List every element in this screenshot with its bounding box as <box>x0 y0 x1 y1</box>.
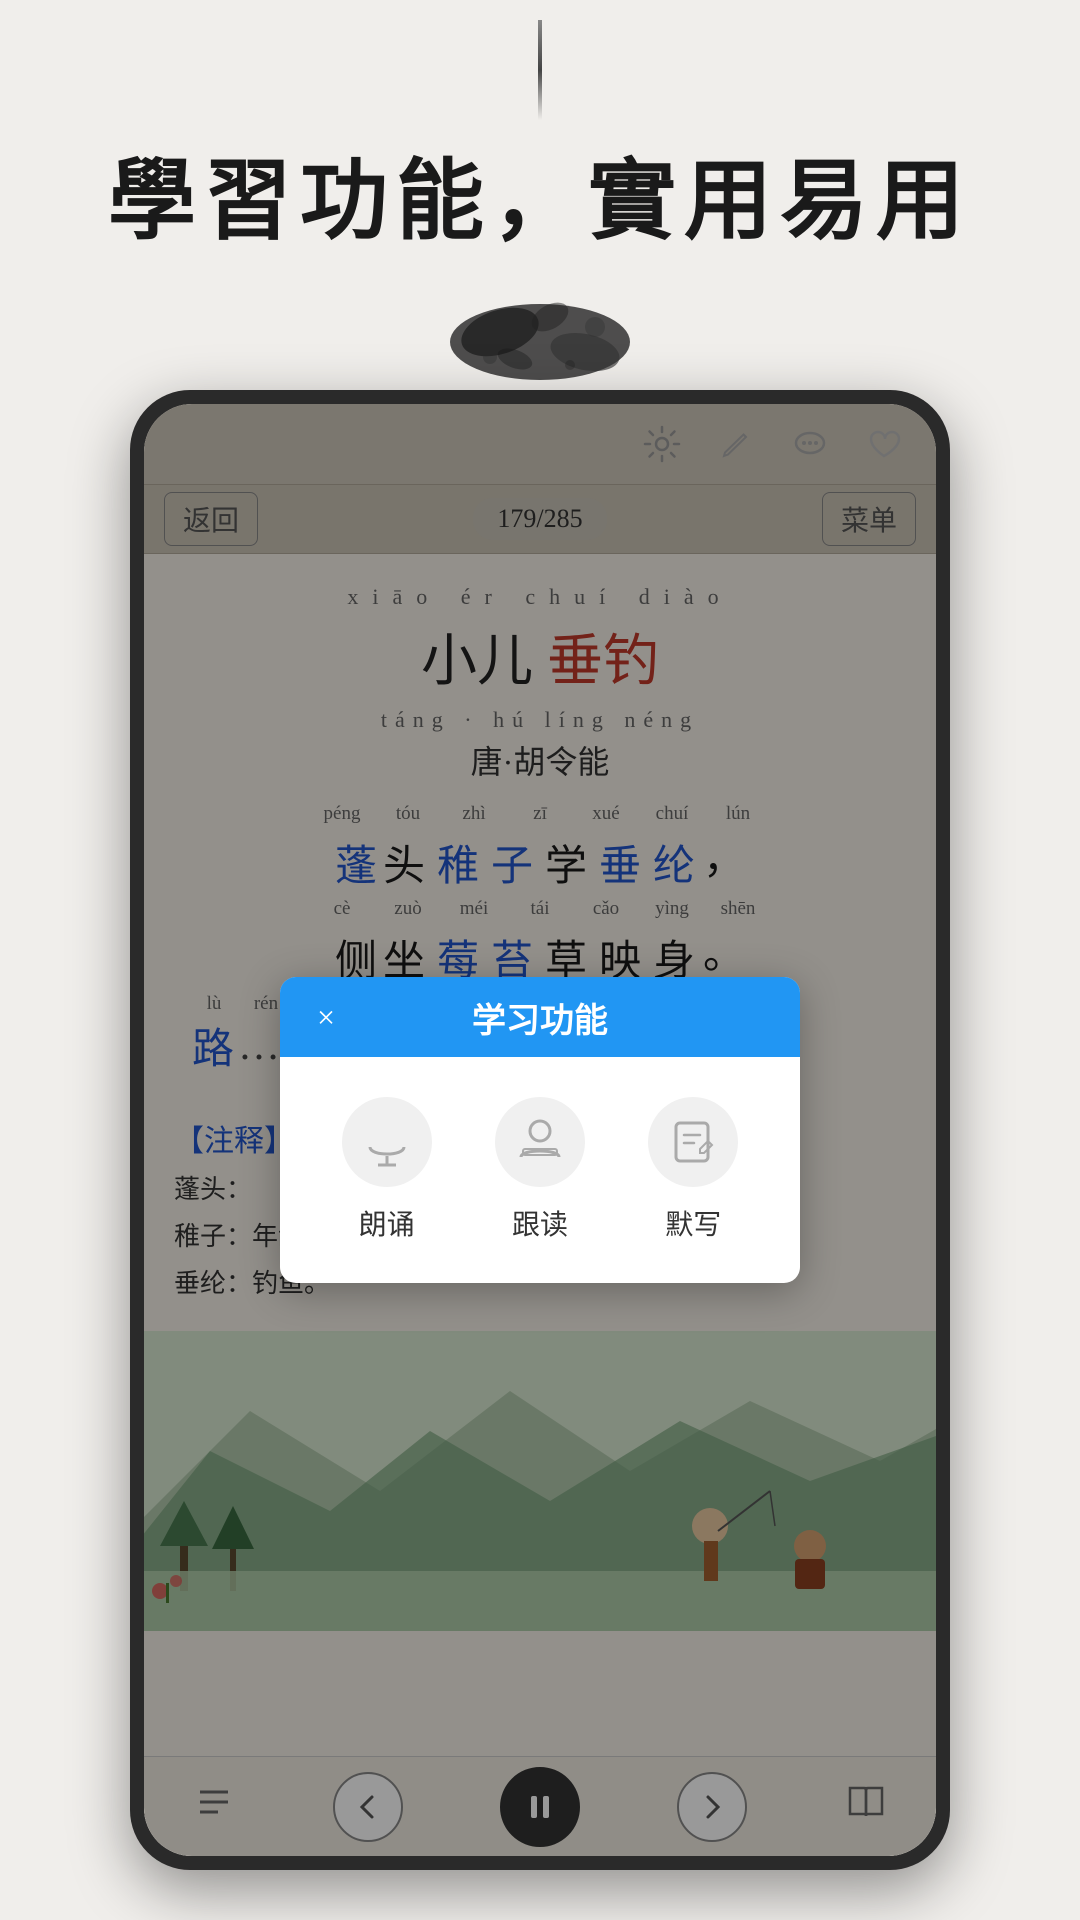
recite-icon <box>342 1097 432 1187</box>
ink-blob-decoration <box>420 277 660 397</box>
top-decorative-area: 學習功能，實用易用 <box>0 0 1080 400</box>
modal-item-follow[interactable]: 跟读 <box>495 1097 585 1243</box>
follow-label: 跟读 <box>512 1203 568 1243</box>
phone-screen: 返回 179/285 菜单 xiāo ér chuí diào 小儿 垂钓 tá… <box>144 404 936 1856</box>
modal-body: 朗诵 跟读 <box>280 1057 800 1283</box>
ink-drop-decoration <box>538 20 542 120</box>
main-title: 學習功能，實用易用 <box>108 130 972 257</box>
dictation-label: 默写 <box>665 1203 721 1243</box>
recite-label: 朗诵 <box>359 1203 415 1243</box>
modal-close-button[interactable]: × <box>304 995 348 1039</box>
modal-header: × 学习功能 <box>280 977 800 1057</box>
modal-item-dictation[interactable]: 默写 <box>648 1097 738 1243</box>
follow-read-icon <box>495 1097 585 1187</box>
modal-item-recite[interactable]: 朗诵 <box>342 1097 432 1243</box>
modal-title: 学习功能 <box>348 993 732 1042</box>
phone-frame: 返回 179/285 菜单 xiāo ér chuí diào 小儿 垂钓 tá… <box>130 390 950 1870</box>
modal-overlay: × 学习功能 <box>144 404 936 1856</box>
learning-features-dialog: × 学习功能 <box>280 977 800 1283</box>
dictation-icon <box>648 1097 738 1187</box>
